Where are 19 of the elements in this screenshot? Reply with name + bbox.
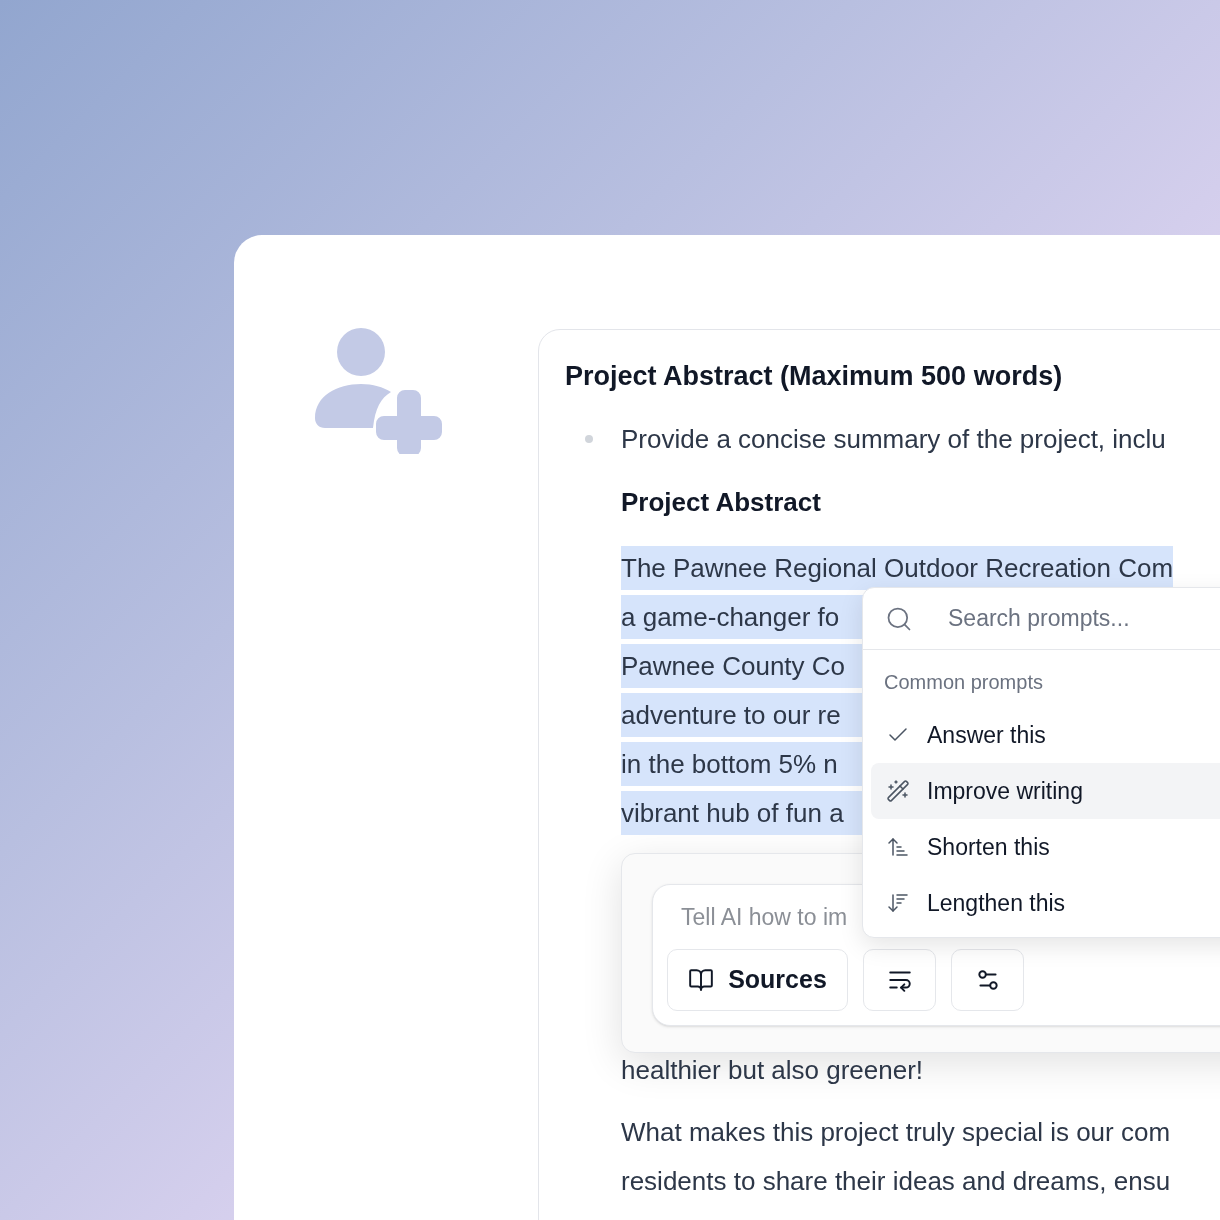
paragraph-text-line: What makes this project truly special is our com <box>621 1116 1172 1149</box>
sort-descending-icon <box>886 891 910 915</box>
document-title: Project Abstract (Maximum 500 words) <box>565 360 1064 393</box>
add-user-icon <box>315 328 442 454</box>
book-icon <box>688 967 715 993</box>
paragraph-text-line: residents to share their ideas and dreams, ensu <box>621 1165 1172 1198</box>
text-wrap-button[interactable] <box>863 949 936 1011</box>
settings-button[interactable] <box>951 949 1024 1011</box>
menu-section-label: Common prompts <box>883 670 1044 694</box>
search-placeholder: Search prompts... <box>948 604 1130 634</box>
sort-ascending-icon <box>886 835 910 859</box>
prompt-placeholder: Tell AI how to im <box>681 903 848 932</box>
section-heading: Project Abstract <box>621 486 822 519</box>
sources-button[interactable]: Sources <box>667 949 848 1011</box>
prompt-menu-item[interactable]: Improve writing <box>871 763 1220 819</box>
paragraph-text: healthier but also greener! <box>621 1054 925 1087</box>
magic-wand-icon <box>886 779 910 803</box>
bullet-text: Provide a concise summary of the project, inclu <box>621 423 1166 456</box>
prompt-search-field[interactable]: Search prompts... <box>863 588 1220 650</box>
